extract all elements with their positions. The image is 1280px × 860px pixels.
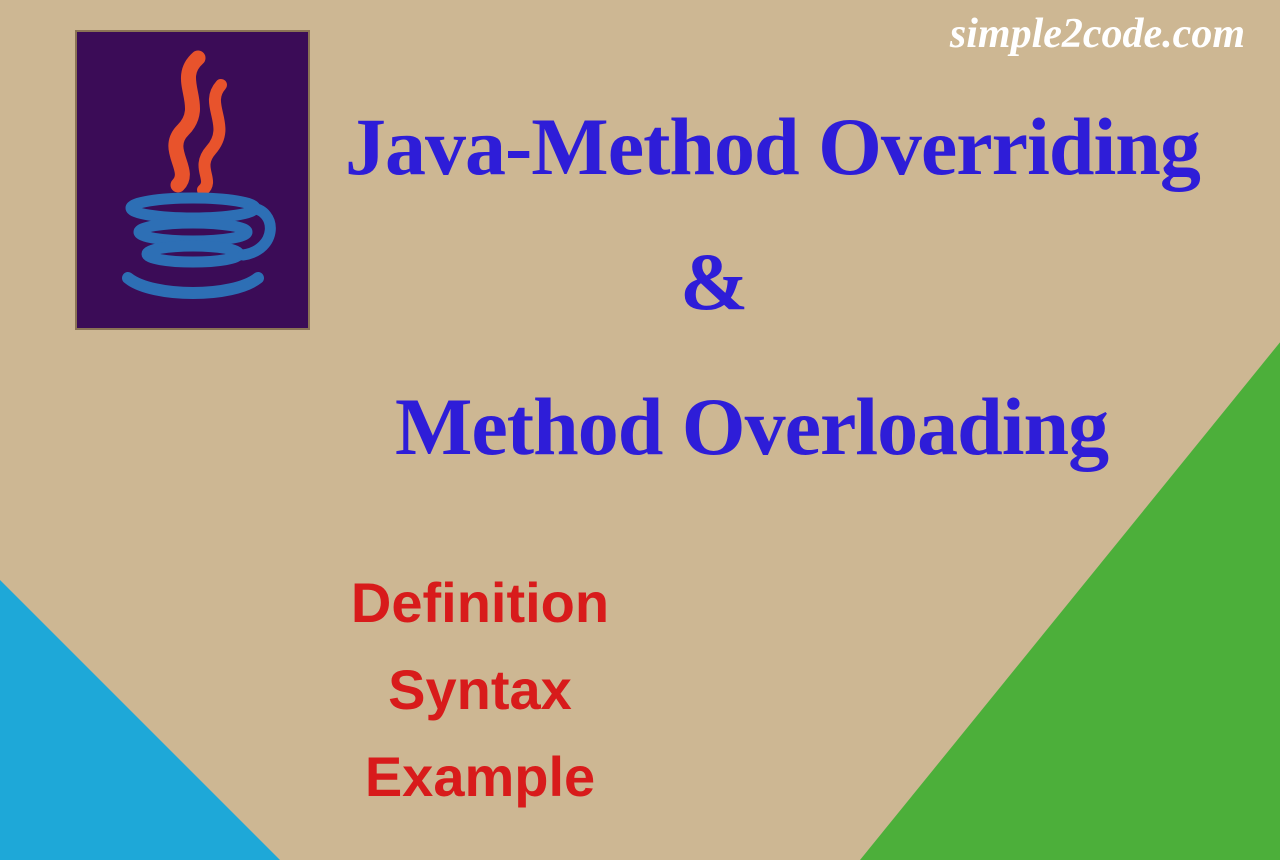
java-logo-box bbox=[75, 30, 310, 330]
decorative-triangle-blue bbox=[0, 570, 280, 860]
subtopic-definition: Definition bbox=[290, 560, 670, 647]
java-logo-icon bbox=[103, 50, 283, 310]
subtopic-example: Example bbox=[290, 734, 670, 821]
title-line-2: Method Overloading bbox=[395, 380, 1108, 474]
title-line-1: Java-Method Overriding bbox=[345, 100, 1200, 194]
subtopic-list: Definition Syntax Example bbox=[290, 560, 670, 820]
subtopic-syntax: Syntax bbox=[290, 647, 670, 734]
title-ampersand: & bbox=[680, 235, 748, 329]
site-watermark: simple2code.com bbox=[950, 10, 1245, 58]
